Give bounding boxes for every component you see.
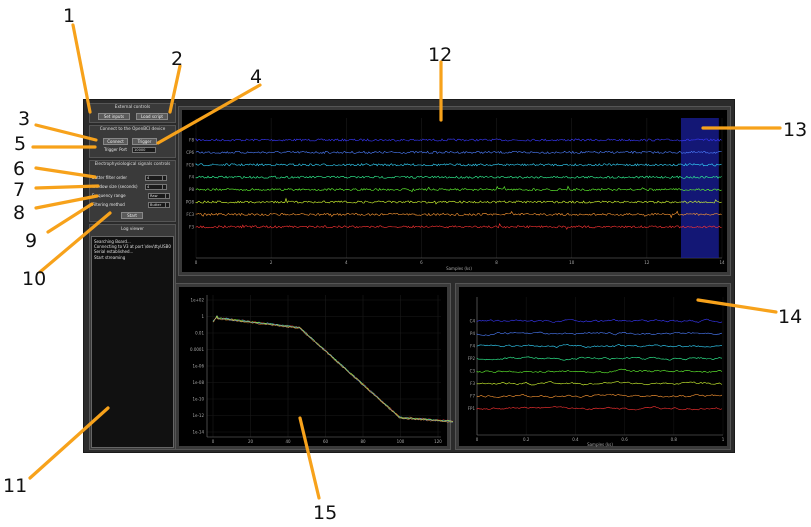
annotation-label-5: 5 (14, 133, 27, 155)
annotation-label-7: 7 (13, 179, 26, 201)
annotation-label-4: 4 (250, 66, 263, 88)
annotation-label-8: 8 (13, 202, 26, 224)
annotation-arrow (34, 166, 97, 179)
annotation-label-6: 6 (13, 158, 26, 180)
annotation-arrow (38, 211, 112, 274)
annotation-arrow (696, 298, 778, 314)
annotation-label-14: 14 (778, 306, 803, 328)
annotation-arrow (28, 406, 110, 480)
annotation-arrow (46, 202, 94, 234)
annotation-overlay (28, 23, 782, 500)
annotation-arrow (34, 123, 98, 142)
annotation-label-10: 10 (22, 268, 47, 290)
annotation-arrow (298, 416, 321, 500)
annotation-label-3: 3 (18, 108, 31, 130)
annotation-label-2: 2 (171, 48, 184, 70)
annotation-label-15: 15 (313, 502, 338, 524)
annotation-label-11: 11 (3, 475, 28, 497)
annotation-label-13: 13 (783, 119, 808, 141)
annotation-arrow (168, 64, 182, 114)
annotation-label-1: 1 (63, 5, 76, 27)
annotation-label-12: 12 (428, 44, 453, 66)
annotation-label-9: 9 (25, 230, 38, 252)
annotation-arrow (34, 184, 100, 190)
annotation-arrow (71, 23, 92, 114)
